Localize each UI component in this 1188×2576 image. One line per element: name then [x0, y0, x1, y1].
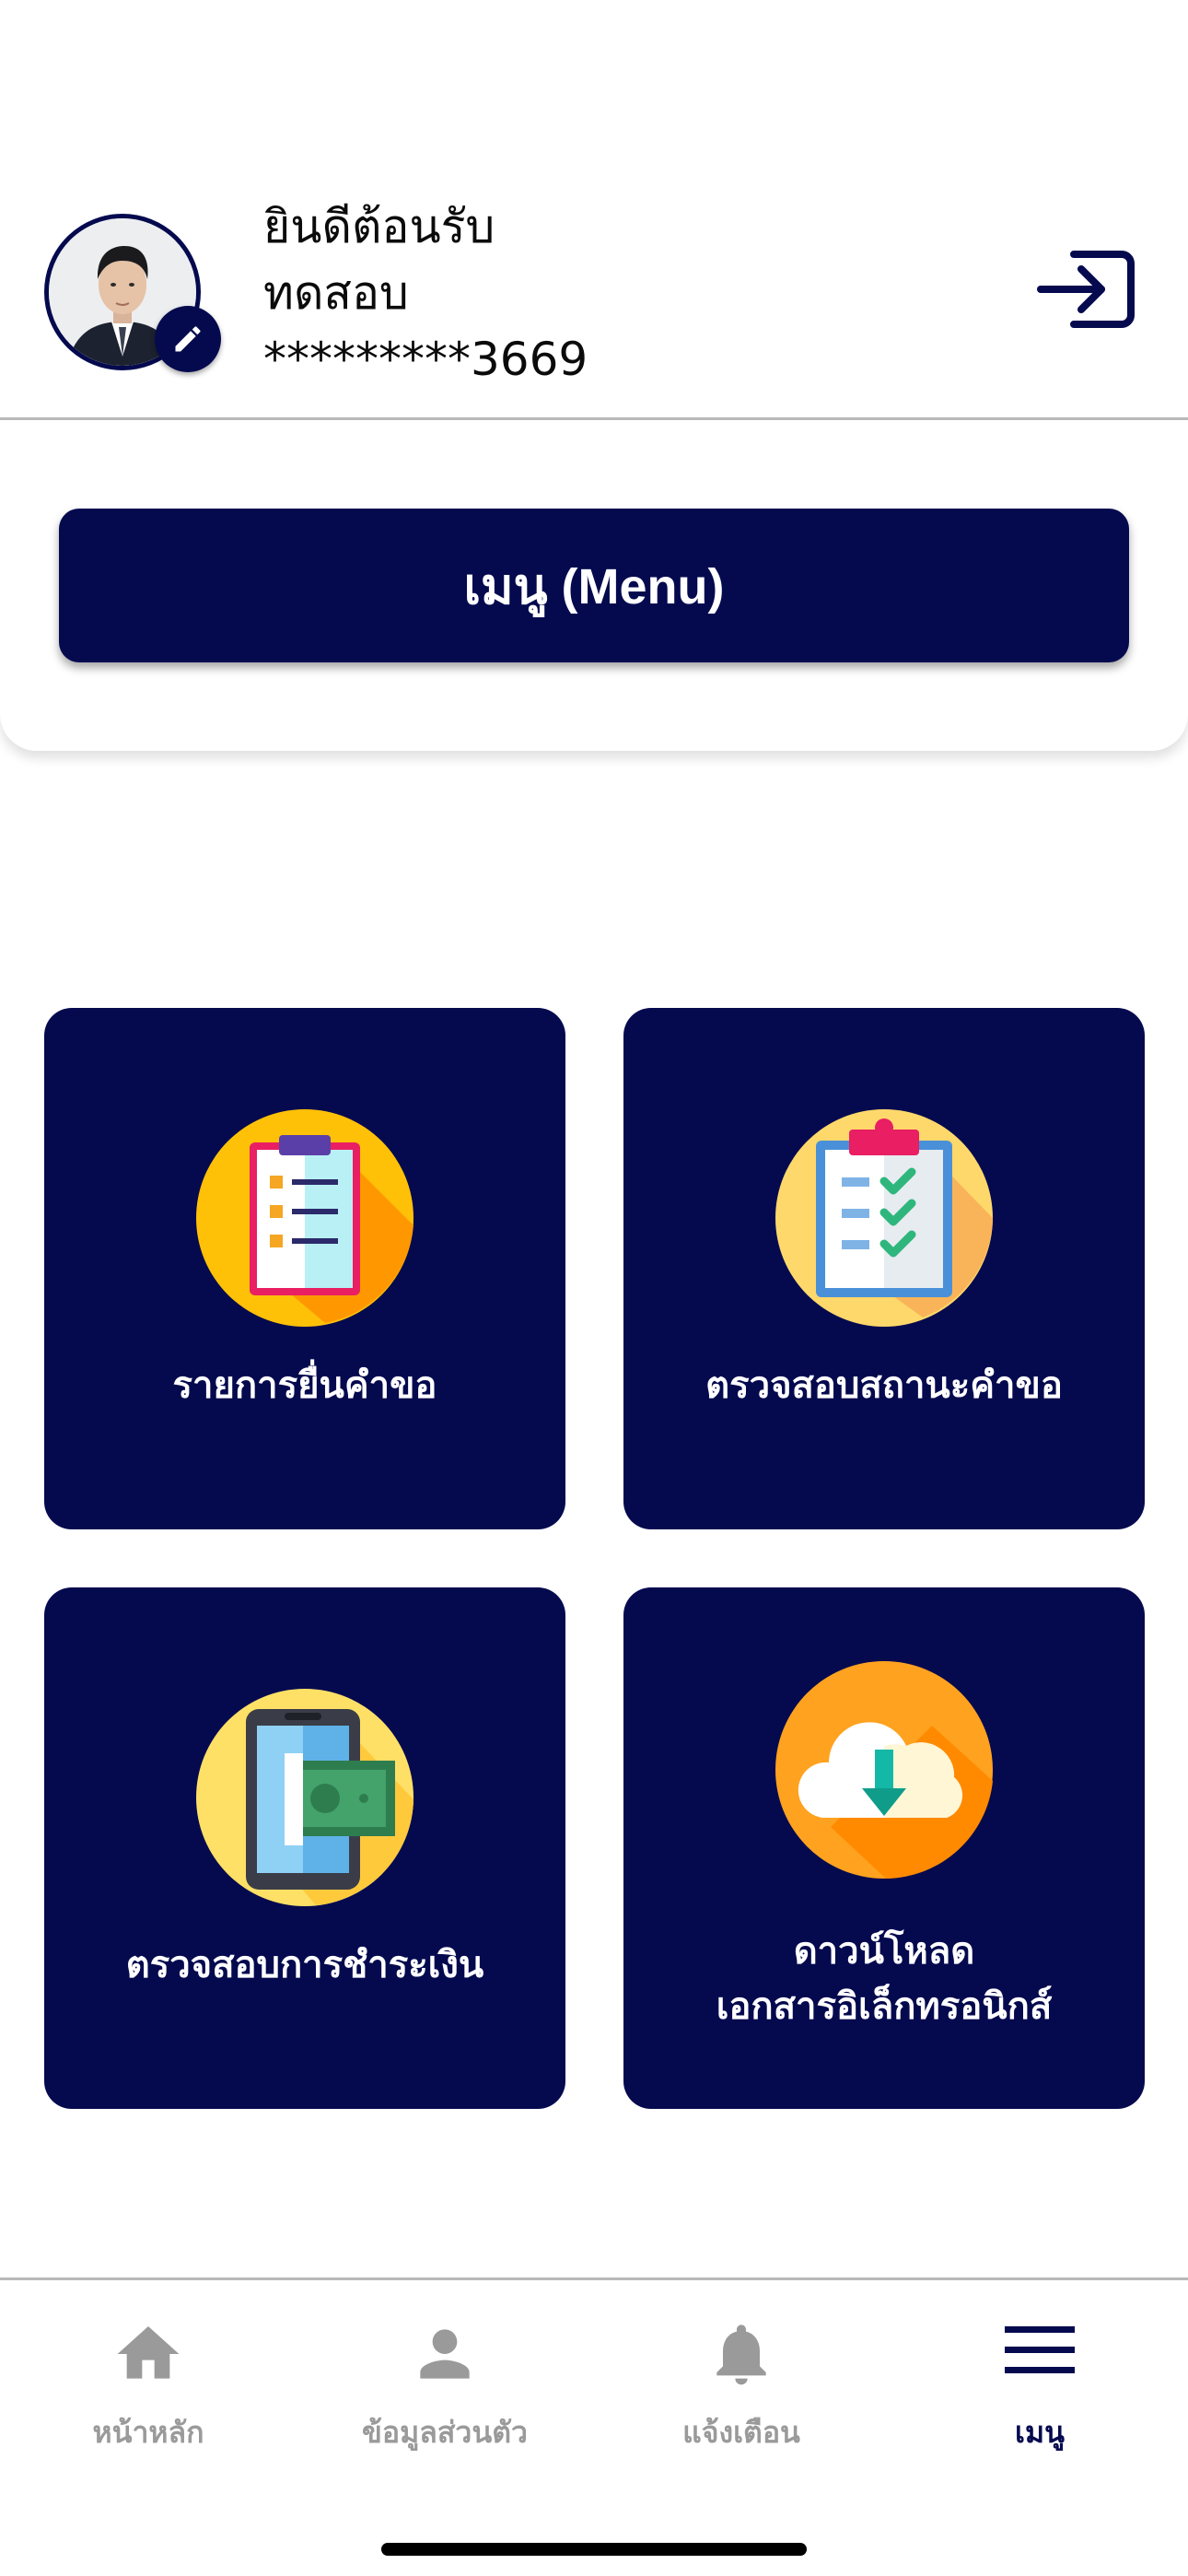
nav-item-profile[interactable]: ข้อมูลส่วนตัว [297, 2280, 593, 2465]
nav-item-notifications[interactable]: แจ้งเตือน [593, 2280, 890, 2465]
tile-download-label-line1: ดาวน์โหลด [793, 1930, 975, 1973]
nav-label-notifications: แจ้งเตือน [682, 2415, 800, 2450]
person-icon [420, 2329, 470, 2379]
tile-check-request-status-label: ตรวจสอบสถานะคำขอ [705, 1364, 1063, 1407]
pencil-icon [175, 326, 201, 352]
edit-avatar-button[interactable] [155, 306, 221, 372]
bell-icon [716, 2324, 766, 2385]
mobile-payment-icon [196, 1689, 413, 1906]
clipboard-check-icon [775, 1109, 993, 1327]
profile-header: ยินดีต้อนรับ ทดสอบ *********3669 [0, 0, 1188, 420]
clipboard-list-icon [196, 1109, 413, 1327]
cloud-download-icon [775, 1661, 993, 1879]
home-indicator[interactable] [381, 2543, 807, 2556]
user-name: ทดสอบ [263, 266, 409, 320]
nav-item-menu[interactable]: เมนู [891, 2280, 1188, 2465]
menu-title-button[interactable]: เมนู (Menu) [59, 509, 1129, 662]
tile-check-payment[interactable]: ตรวจสอบการชำระเงิน [44, 1587, 565, 2109]
tile-request-list[interactable]: รายการยื่นคำขอ [44, 1008, 565, 1529]
nav-label-profile: ข้อมูลส่วนตัว [362, 2415, 528, 2450]
tile-check-payment-label: ตรวจสอบการชำระเงิน [125, 1944, 484, 1986]
tile-check-request-status[interactable]: ตรวจสอบสถานะคำขอ [623, 1008, 1145, 1529]
masked-id: *********3669 [263, 333, 588, 386]
welcome-block: ยินดีต้อนรับ ทดสอบ *********3669 [263, 193, 588, 392]
nav-label-home: หน้าหลัก [92, 2415, 204, 2450]
menu-title-card: เมนู (Menu) [0, 423, 1188, 751]
avatar-container[interactable] [44, 214, 221, 372]
logout-button[interactable] [1037, 247, 1138, 332]
home-icon [117, 2326, 180, 2379]
nav-label-menu: เมนู [1015, 2415, 1065, 2450]
logout-icon [1037, 251, 1135, 328]
welcome-text: ยินดีต้อนรับ [263, 200, 495, 253]
bottom-navigation: หน้าหลัก ข้อมูลส่วนตัว แจ้งเตือน เมนู [0, 2277, 1188, 2576]
tile-download-label-line2: เอกสารอิเล็กทรอนิกส์ [716, 1985, 1053, 2028]
tile-request-list-label: รายการยื่นคำขอ [172, 1364, 437, 1407]
hamburger-menu-icon [1005, 2326, 1075, 2373]
tile-download-e-documents[interactable]: ดาวน์โหลด เอกสารอิเล็กทรอนิกส์ [623, 1587, 1145, 2109]
nav-item-home[interactable]: หน้าหลัก [0, 2280, 297, 2465]
